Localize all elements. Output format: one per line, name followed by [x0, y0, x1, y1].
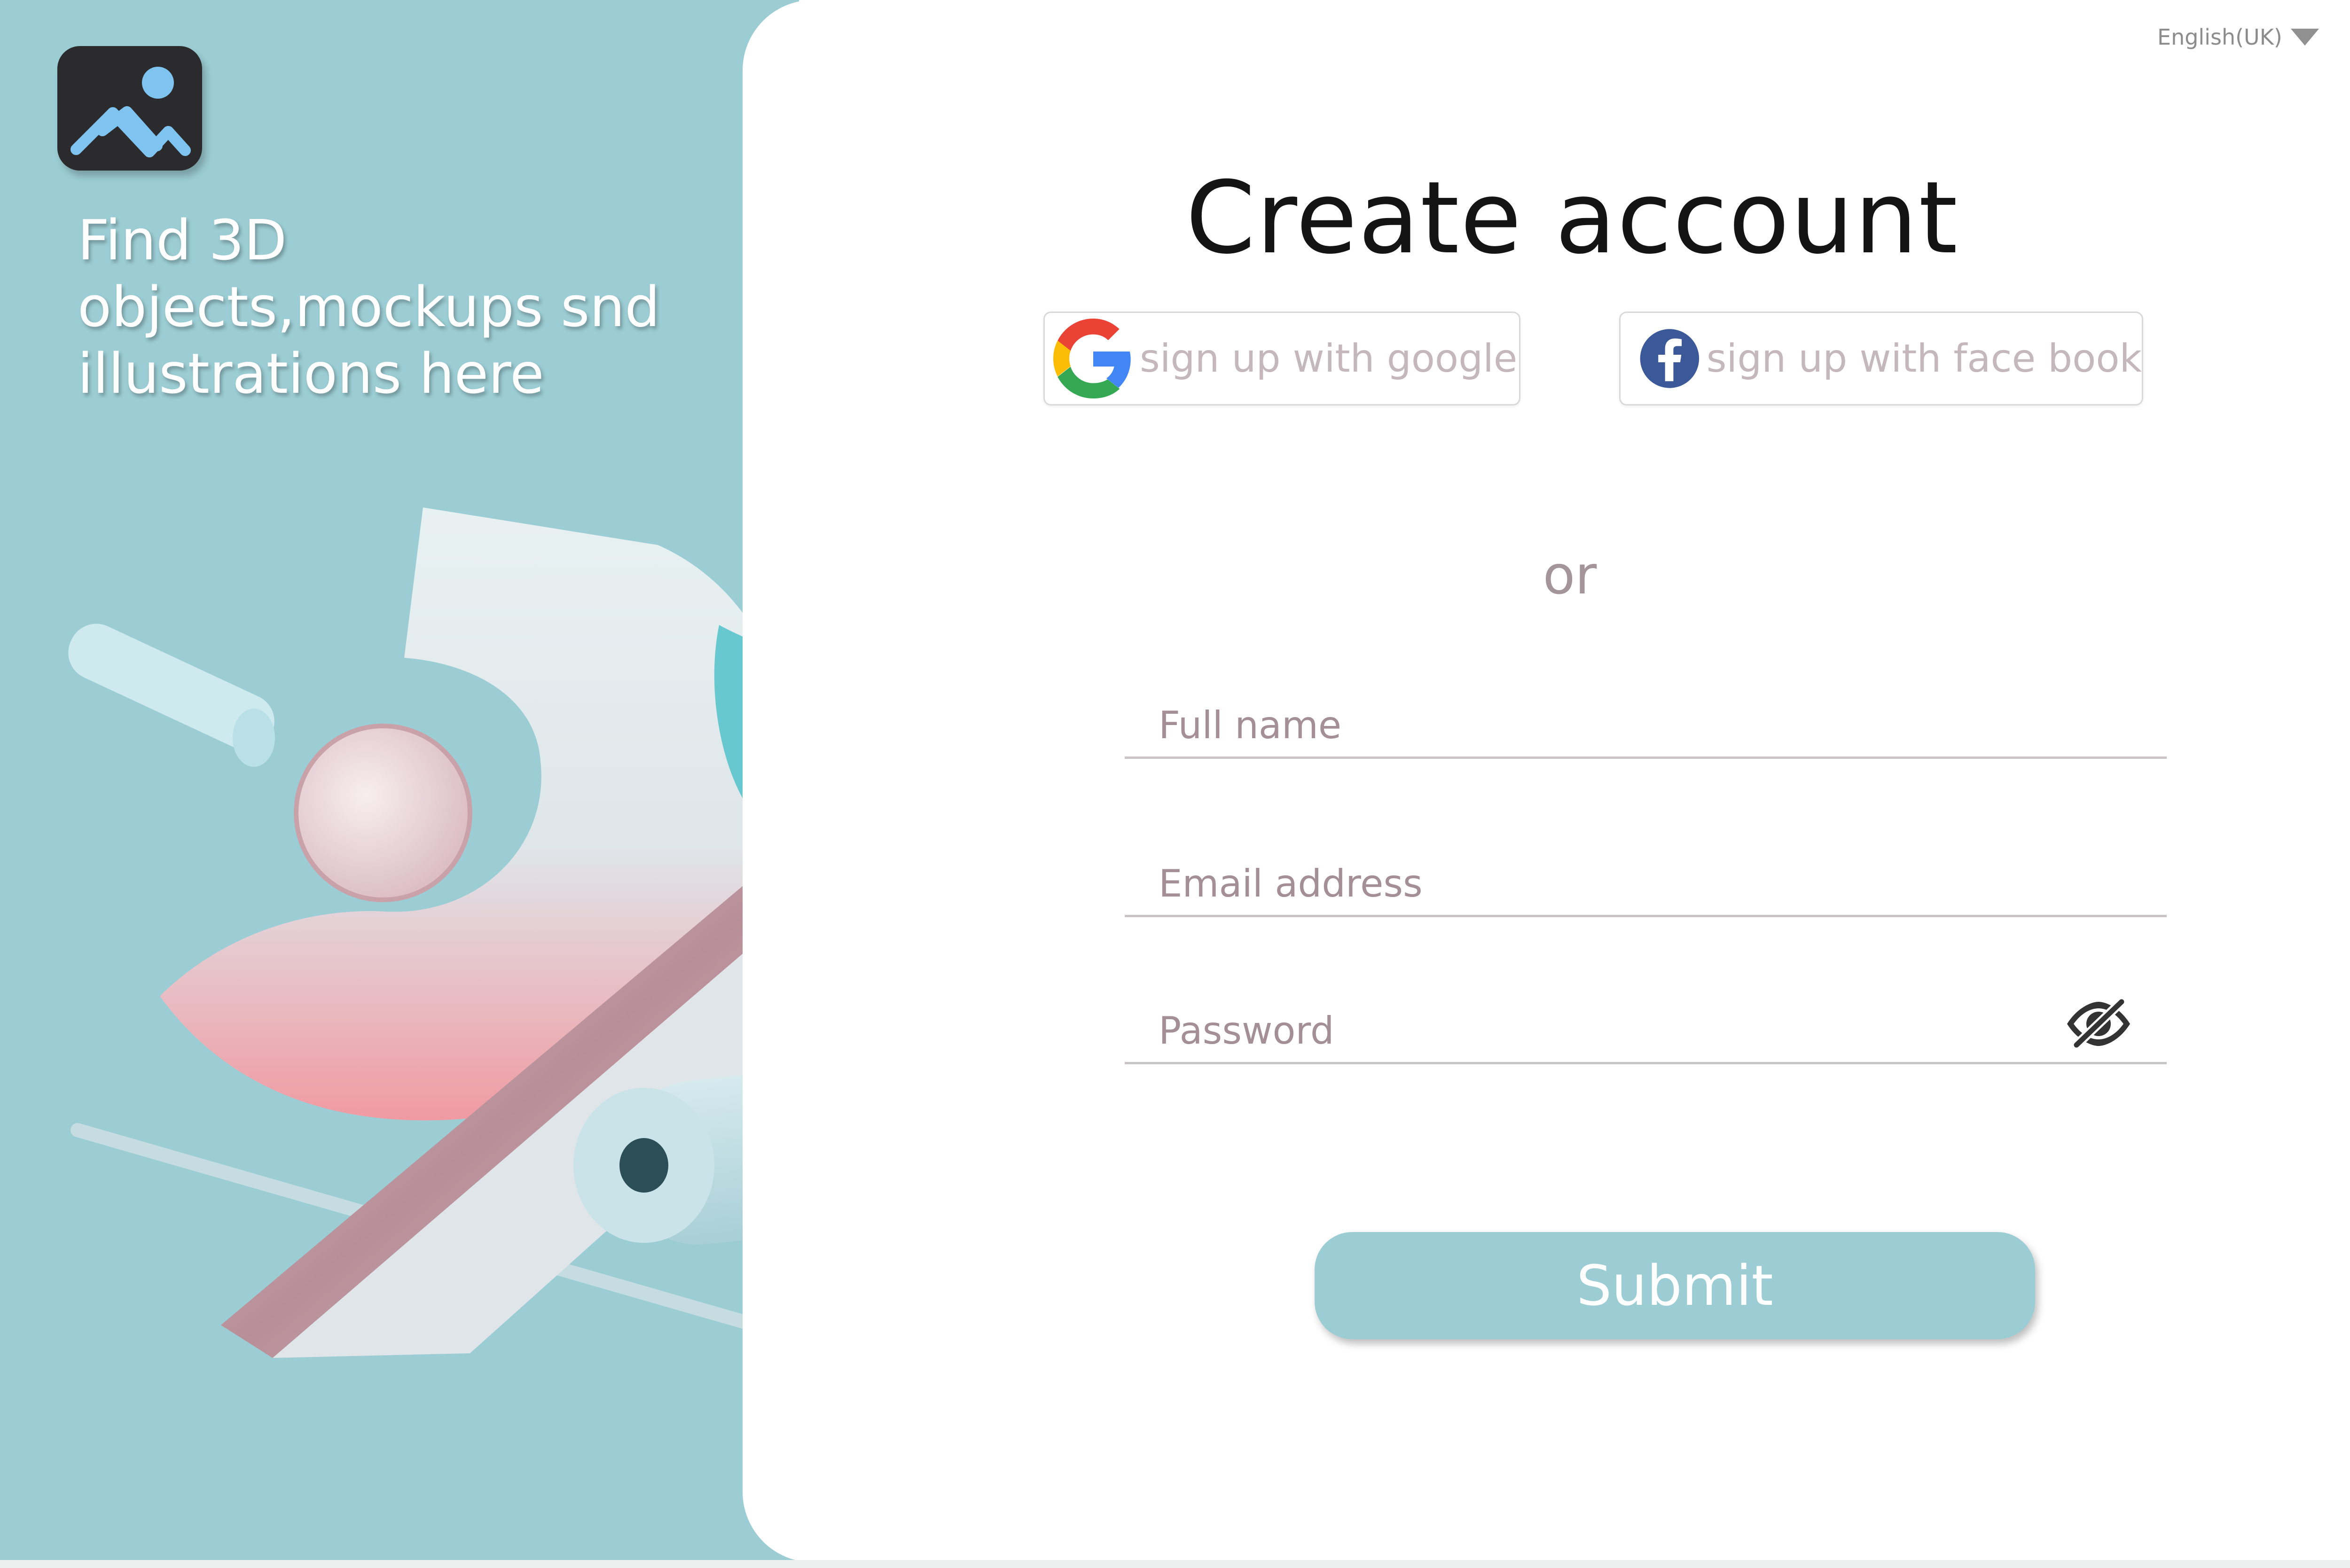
or-divider-label: or [1543, 545, 1597, 606]
facebook-signup-label: sign up with face book [1706, 336, 2142, 381]
google-icon [1053, 319, 1131, 398]
tagline-line: objects,mockups snd [78, 274, 660, 339]
facebook-signup-button[interactable]: sign up with face book [1619, 312, 2143, 406]
google-signup-label: sign up with google [1140, 336, 1518, 381]
language-label: English(UK) [2157, 24, 2282, 50]
password-placeholder: Password [1159, 1009, 1334, 1053]
language-selector[interactable]: English(UK) [2157, 24, 2319, 50]
tagline-line: Find 3D [78, 208, 287, 273]
pink-cylinder [294, 724, 472, 902]
password-field[interactable]: Password [1125, 998, 2167, 1064]
tagline-line: illustrations here [78, 341, 544, 406]
email-placeholder: Email address [1159, 862, 1423, 905]
app-logo[interactable] [57, 46, 202, 171]
submit-button[interactable]: Submit [1315, 1232, 2035, 1339]
facebook-icon [1640, 329, 1700, 388]
hero-tagline: Find 3D objects,mockups snd illustration… [78, 207, 689, 407]
eye-slash-icon[interactable] [2063, 998, 2134, 1050]
mountain-photo-icon [70, 67, 191, 157]
google-signup-button[interactable]: sign up with google [1043, 312, 1520, 406]
caret-down-icon [2290, 29, 2319, 46]
fullname-field[interactable]: Full name [1125, 693, 2167, 759]
glass-rod [68, 624, 275, 767]
fullname-placeholder: Full name [1159, 703, 1342, 747]
email-field[interactable]: Email address [1125, 851, 2167, 917]
bottom-divider [0, 1560, 2350, 1568]
page-title: Create account [1185, 160, 1959, 276]
